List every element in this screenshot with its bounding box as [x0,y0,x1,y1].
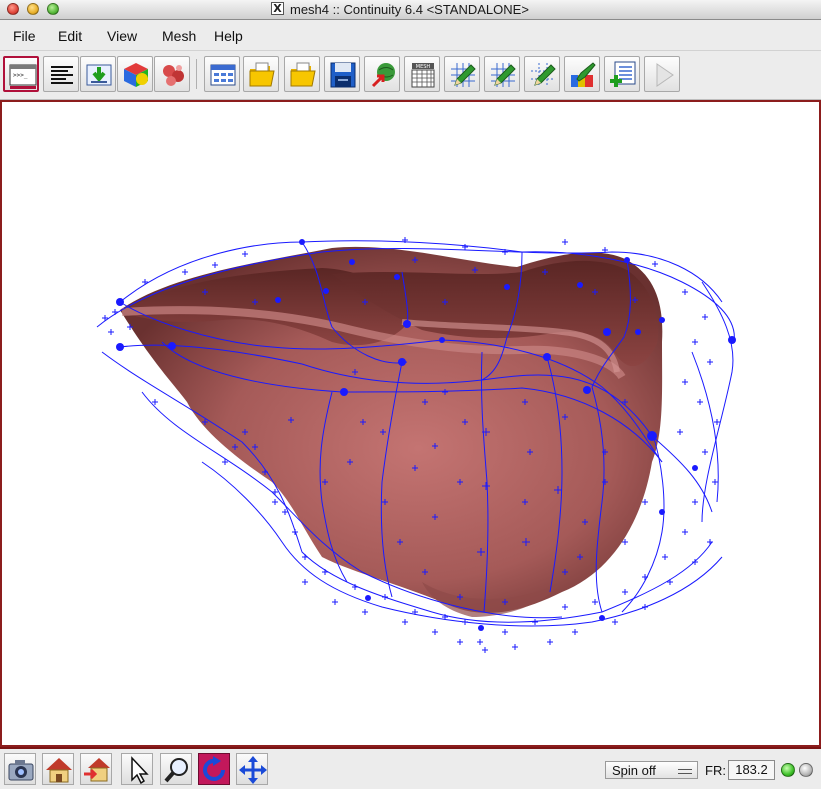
color-cube-icon [124,63,148,87]
play-icon [656,63,674,87]
open-folder-alt-icon [290,62,316,87]
frame-rate-value: 183.2 [728,760,775,780]
window-title: mesh4 :: Continuity 6.4 <STANDALONE> [290,2,529,17]
toolbar: >>>_ MESH [0,51,821,100]
move-arrows-icon [239,756,267,784]
add-list-icon [610,61,636,87]
zoom-button[interactable] [160,753,192,785]
molecule-icon [163,65,184,86]
text-document-icon [51,66,73,84]
molecule-button[interactable] [154,56,190,92]
save-button[interactable] [324,56,360,92]
download-button[interactable] [80,56,116,92]
snapshot-button[interactable] [4,753,36,785]
open-folder-alt-button[interactable] [284,56,320,92]
zoom-window-button[interactable] [47,3,59,15]
bottom-toolbar: Spin off FR: 183.2 [0,747,821,789]
table-icon [210,64,236,86]
paint-brush-icon [571,62,596,87]
pan-button[interactable] [236,753,268,785]
menu-mesh[interactable]: Mesh [162,28,196,44]
play-button[interactable] [644,56,680,92]
spin-mode-value: Spin off [612,763,656,778]
select-arrow-icon [678,769,692,774]
console-icon: >>>_ [9,64,37,89]
arrow-pointer-icon [131,756,149,784]
pencil-grid-icon [451,63,476,87]
set-home-icon [84,758,110,782]
menu-file[interactable]: File [13,28,36,44]
pencil-grid-button[interactable] [444,56,480,92]
menu-view[interactable]: View [107,28,137,44]
open-folder-button[interactable] [243,56,279,92]
magnifier-icon [164,758,188,783]
home-view-button[interactable] [42,753,74,785]
home-icon [46,758,72,783]
mesh-grid-icon: MESH [411,63,435,88]
pencil-grid-alt-button[interactable] [484,56,520,92]
pencil-grid-edit-icon [531,63,556,87]
pencil-grid-alt-icon [491,63,516,87]
mesh-viewport[interactable] [0,100,821,747]
menu-help[interactable]: Help [214,28,243,44]
network-globe-button[interactable] [364,56,400,92]
select-pointer-button[interactable] [121,753,153,785]
status-green-indicator-icon [781,763,795,777]
download-icon [86,64,112,86]
mesh-grid-button[interactable]: MESH [404,56,440,92]
open-folder-icon [249,62,275,87]
pencil-grid-edit-button[interactable] [524,56,560,92]
svg-text:>>>_: >>>_ [13,72,28,79]
menu-edit[interactable]: Edit [58,28,82,44]
frame-rate-label: FR: [705,763,726,778]
status-gray-indicator-icon [799,763,813,777]
set-home-button[interactable] [80,753,112,785]
toolbar-separator [196,59,197,89]
paint-brush-button[interactable] [564,56,600,92]
rotate-icon [203,756,225,781]
menu-bar: File Edit View Mesh Help [0,20,821,51]
heart-mesh-render[interactable] [2,102,819,745]
network-globe-icon [371,63,395,88]
save-disk-icon [330,62,356,88]
close-window-button[interactable] [7,3,19,15]
x11-icon: X [271,2,284,15]
rotate-button[interactable] [198,753,230,785]
color-cube-button[interactable] [117,56,153,92]
title-bar: X mesh4 :: Continuity 6.4 <STANDALONE> [0,0,821,20]
table-button[interactable] [204,56,240,92]
add-list-button[interactable] [604,56,640,92]
console-button[interactable]: >>>_ [3,56,39,92]
minimize-window-button[interactable] [27,3,39,15]
camera-icon [8,760,34,781]
mesh-icon-label: MESH [416,64,431,70]
spin-mode-select[interactable]: Spin off [605,761,698,779]
text-document-button[interactable] [43,56,79,92]
